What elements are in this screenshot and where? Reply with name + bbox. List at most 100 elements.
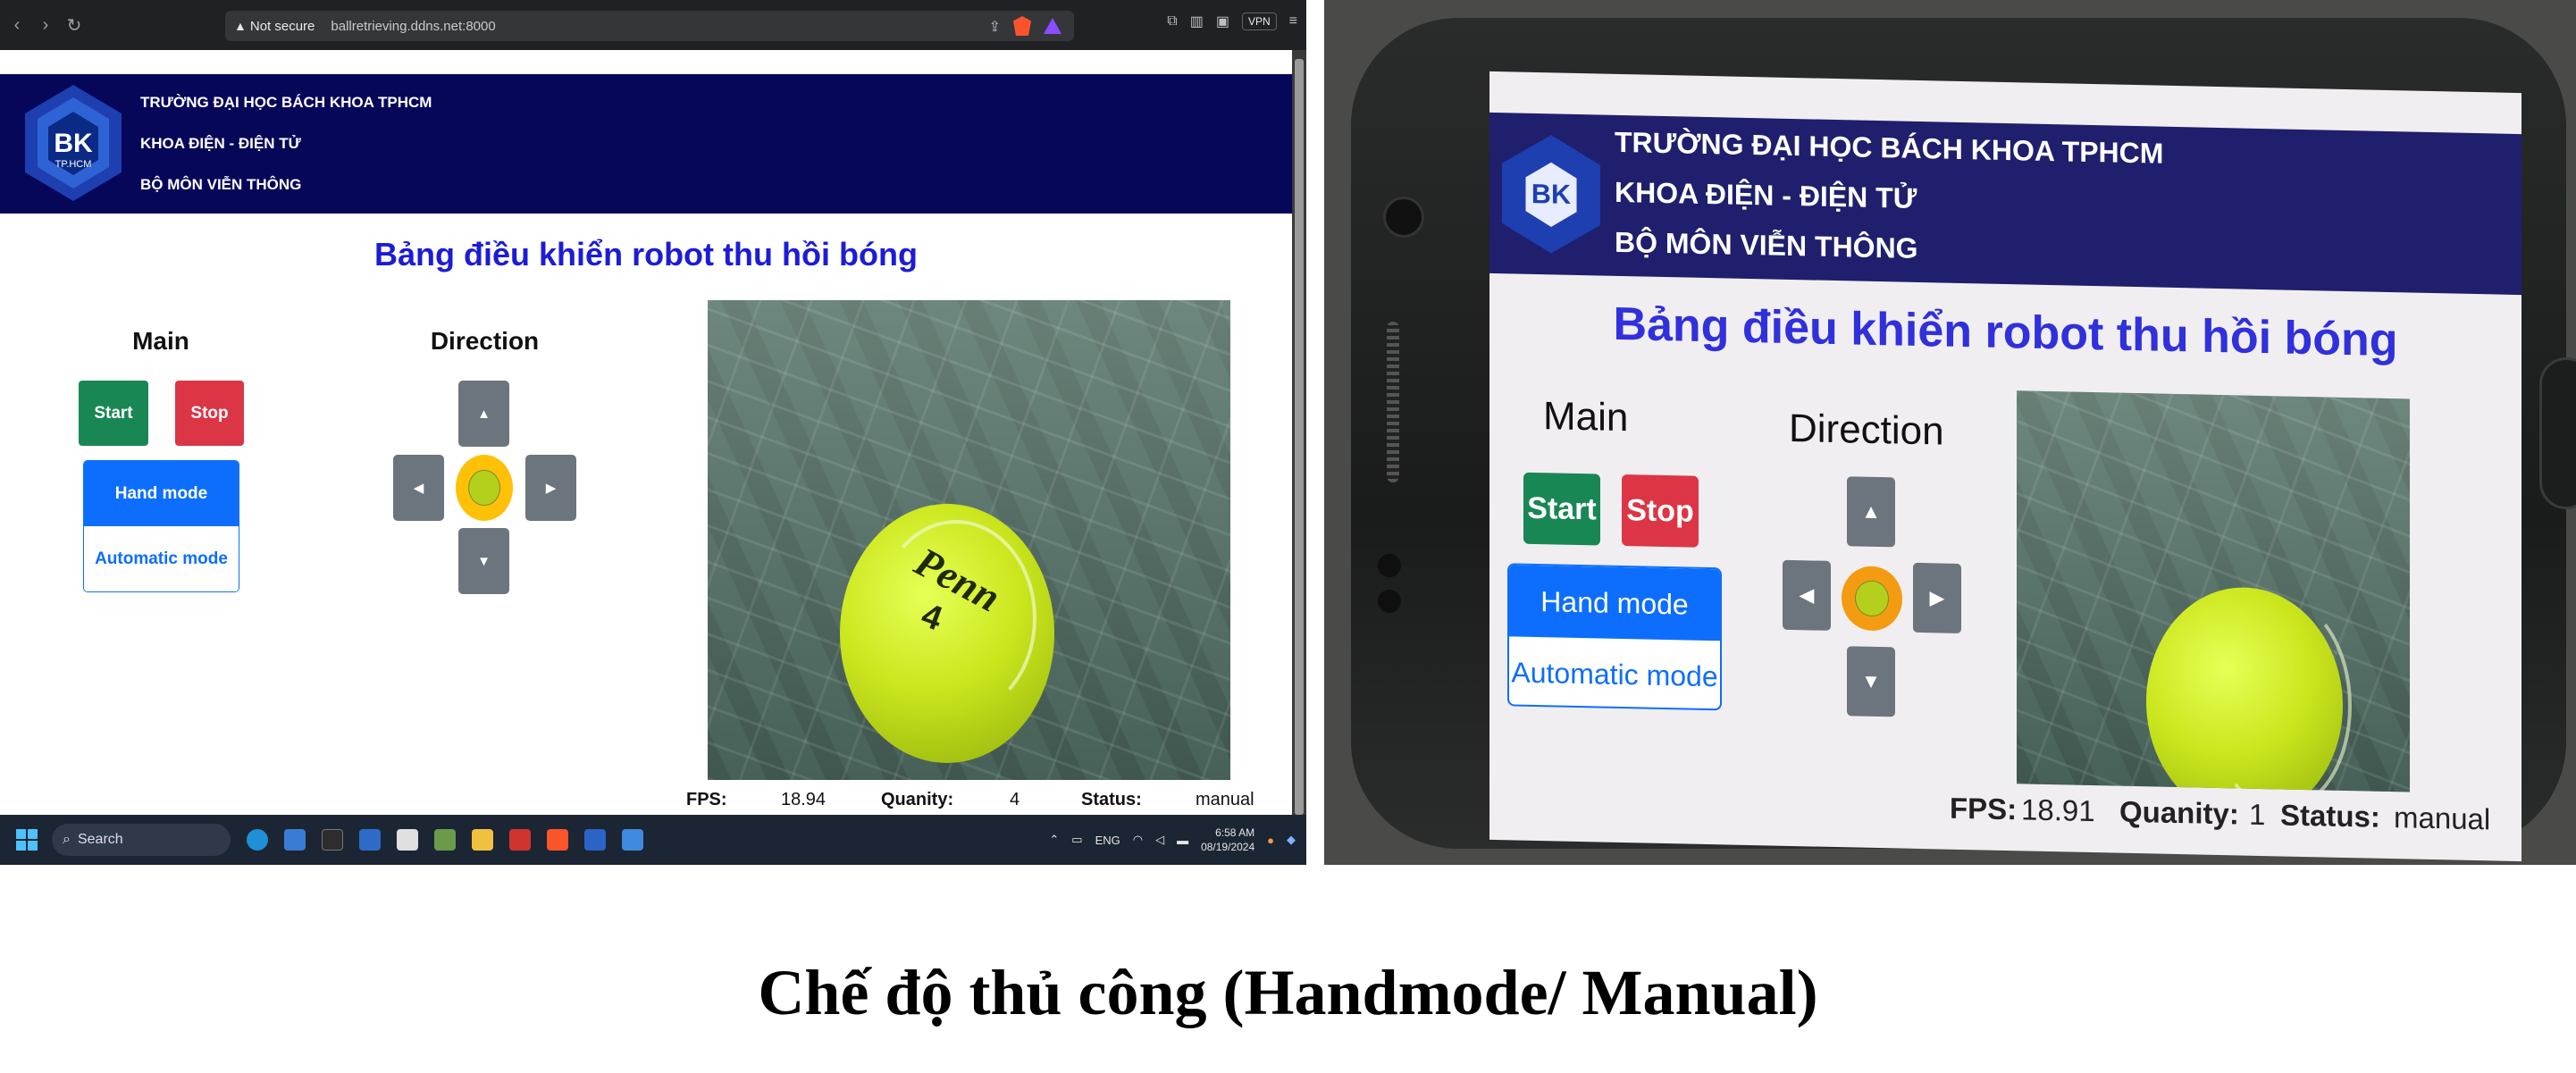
- tray-device-icon[interactable]: ▭: [1071, 833, 1082, 847]
- taskbar-search[interactable]: ⌕ Search: [52, 824, 231, 856]
- faculty-name: KHOA ĐIỆN - ĐIỆN TỬ: [140, 135, 301, 152]
- automatic-mode-button[interactable]: Automatic mode: [84, 526, 239, 591]
- phone-body: BK TRƯỜNG ĐẠI HỌC BÁCH KHOA TPHCM KHOA Đ…: [1351, 18, 2576, 862]
- vpn-button[interactable]: VPN: [1241, 13, 1277, 30]
- clock-date: 08/19/2024: [1201, 841, 1255, 853]
- up-button[interactable]: ▲: [458, 381, 509, 447]
- edge-icon[interactable]: [247, 829, 268, 851]
- ball-seam: [876, 520, 1036, 717]
- address-bar[interactable]: ▲ Not secure ballretrieving.ddns.net:800…: [225, 11, 1074, 41]
- phone-quantity-value: 1: [2249, 797, 2266, 832]
- copilot-icon[interactable]: ◆: [1287, 833, 1296, 847]
- logo-sub: TP.HCM: [55, 159, 92, 170]
- notification-bell-icon[interactable]: ●: [1267, 834, 1274, 847]
- phone-sensor-icon: [1378, 590, 1401, 613]
- app-icon-4[interactable]: [584, 829, 606, 851]
- camera-feed: Penn 4: [708, 300, 1230, 780]
- tray-chevron-icon[interactable]: ⌃: [1049, 833, 1059, 847]
- reload-icon[interactable]: ↻: [63, 13, 86, 37]
- forward-icon[interactable]: ›: [34, 13, 57, 37]
- start-button[interactable]: Start: [79, 381, 148, 446]
- phone-department-name: BỘ MÔN VIỄN THÔNG: [1615, 225, 1918, 264]
- main-section-title: Main: [132, 327, 189, 355]
- stop-button[interactable]: Stop: [175, 381, 244, 446]
- app-icon-3[interactable]: [434, 829, 456, 851]
- volume-icon[interactable]: ◁: [1155, 833, 1164, 847]
- phone-quantity-label: Quanity:: [2119, 794, 2239, 831]
- browser-toolbar: ‹ › ↻ ▯ ▲ Not secure ballretrieving.ddns…: [0, 0, 1306, 50]
- hand-mode-button[interactable]: Hand mode: [84, 461, 239, 526]
- windows-start-icon[interactable]: [16, 829, 38, 851]
- phone-start-button[interactable]: Start: [1523, 472, 1600, 546]
- phone-mode-selector: Hand mode Automatic mode: [1507, 563, 1722, 711]
- notes-icon[interactable]: [284, 829, 306, 851]
- phone-automatic-mode-button[interactable]: Automatic mode: [1509, 636, 1720, 710]
- center-dot-icon: [468, 469, 500, 507]
- clock[interactable]: 6:58 AM 08/19/2024: [1201, 826, 1254, 854]
- pdf-reader-icon[interactable]: [509, 829, 531, 851]
- phone-left-button[interactable]: ◀: [1783, 559, 1831, 631]
- security-label: Not secure: [249, 18, 315, 34]
- mode-selector: Hand mode Automatic mode: [83, 460, 239, 592]
- phone-fps-value: 18.91: [2021, 792, 2095, 828]
- brave-shield-icon[interactable]: [1013, 16, 1031, 36]
- share-icon[interactable]: ⇪: [989, 18, 1001, 36]
- battery-icon[interactable]: ▬: [1177, 834, 1188, 847]
- back-icon[interactable]: ‹: [5, 13, 29, 37]
- page-scrollbar[interactable]: [1292, 50, 1306, 815]
- phone-camera-icon: [1383, 197, 1424, 238]
- phone-page-title: Bảng điều khiển robot thu hồi bóng: [1613, 298, 2398, 367]
- phone-faculty-name: KHOA ĐIỆN - ĐIỆN TỬ: [1615, 175, 1917, 214]
- search-label: Search: [77, 832, 123, 847]
- phone-up-button[interactable]: ▲: [1847, 476, 1895, 548]
- left-button[interactable]: ◀: [393, 455, 444, 521]
- figure-caption: Chế độ thủ công (Handmode/ Manual): [758, 957, 1818, 1028]
- brave-rewards-icon[interactable]: [1044, 18, 1061, 34]
- logo-text: BK: [54, 129, 93, 158]
- language-indicator[interactable]: ENG: [1095, 834, 1120, 847]
- phone-university-name: TRƯỜNG ĐẠI HỌC BÁCH KHOA TPHCM: [1615, 125, 2164, 170]
- phone-home-button: [2539, 357, 2576, 509]
- quantity-value: 4: [1010, 790, 1020, 809]
- phone-down-button[interactable]: ▼: [1847, 646, 1895, 717]
- wifi-icon[interactable]: ◠: [1133, 833, 1143, 847]
- wallet-icon[interactable]: ▣: [1216, 13, 1229, 30]
- phone-hand-mode-button[interactable]: Hand mode: [1509, 565, 1720, 641]
- menu-icon[interactable]: ≡: [1289, 13, 1297, 29]
- phone-stop-button[interactable]: Stop: [1622, 474, 1699, 548]
- brave-browser-icon[interactable]: [547, 829, 568, 851]
- page-title: Bảng điều khiển robot thu hồi bóng: [374, 236, 918, 272]
- down-button[interactable]: ▼: [458, 528, 509, 594]
- phone-center-button[interactable]: [1842, 566, 1902, 632]
- file-explorer-icon[interactable]: [472, 829, 493, 851]
- url-text[interactable]: ballretrieving.ddns.net:8000: [331, 19, 495, 34]
- direction-section-title: Direction: [430, 327, 540, 355]
- system-tray: ⌃ ▭ ENG ◠ ◁ ▬ 6:58 AM 08/19/2024 ● ◆: [1049, 815, 1296, 865]
- windows-taskbar: ⌕ Search ⌃ ▭ ENG ◠ ◁ ▬ 6:58 AM 08/19/2024…: [0, 815, 1306, 865]
- fps-label: FPS:: [686, 790, 727, 809]
- phone-screen: BK TRƯỜNG ĐẠI HỌC BÁCH KHOA TPHCM KHOA Đ…: [1489, 71, 2521, 862]
- sidebar-icon[interactable]: ▥: [1190, 13, 1204, 30]
- header-banner: BK TP.HCM TRƯỜNG ĐẠI HỌC BÁCH KHOA TPHCM…: [0, 74, 1292, 214]
- scroll-thumb[interactable]: [1295, 59, 1304, 815]
- svg-text:BK: BK: [1531, 179, 1571, 210]
- center-button[interactable]: [456, 455, 513, 521]
- phone-ball-seam: [2209, 595, 2352, 792]
- phone-photo: BK TRƯỜNG ĐẠI HỌC BÁCH KHOA TPHCM KHOA Đ…: [1324, 0, 2576, 865]
- right-button[interactable]: ▶: [525, 455, 576, 521]
- university-name: TRƯỜNG ĐẠI HỌC BÁCH KHOA TPHCM: [140, 94, 432, 111]
- phone-tennis-ball: [2146, 585, 2352, 792]
- fps-value: 18.94: [781, 790, 827, 809]
- extensions-icon[interactable]: ⧉: [1167, 13, 1177, 29]
- app-icon-2[interactable]: [397, 829, 418, 851]
- warning-icon: ▲: [234, 19, 247, 33]
- clock-time: 6:58 AM: [1215, 826, 1255, 839]
- phone-status-label: Status:: [2280, 798, 2380, 834]
- phone-status-value: manual: [2394, 801, 2491, 836]
- app-icon-5[interactable]: [622, 829, 643, 851]
- phone-right-button[interactable]: ▶: [1913, 562, 1961, 633]
- app-icon-1[interactable]: [359, 829, 381, 851]
- bk-logo-icon: BK TP.HCM: [25, 85, 122, 201]
- phone-speaker: [1387, 322, 1399, 482]
- terminal-icon[interactable]: [322, 829, 343, 851]
